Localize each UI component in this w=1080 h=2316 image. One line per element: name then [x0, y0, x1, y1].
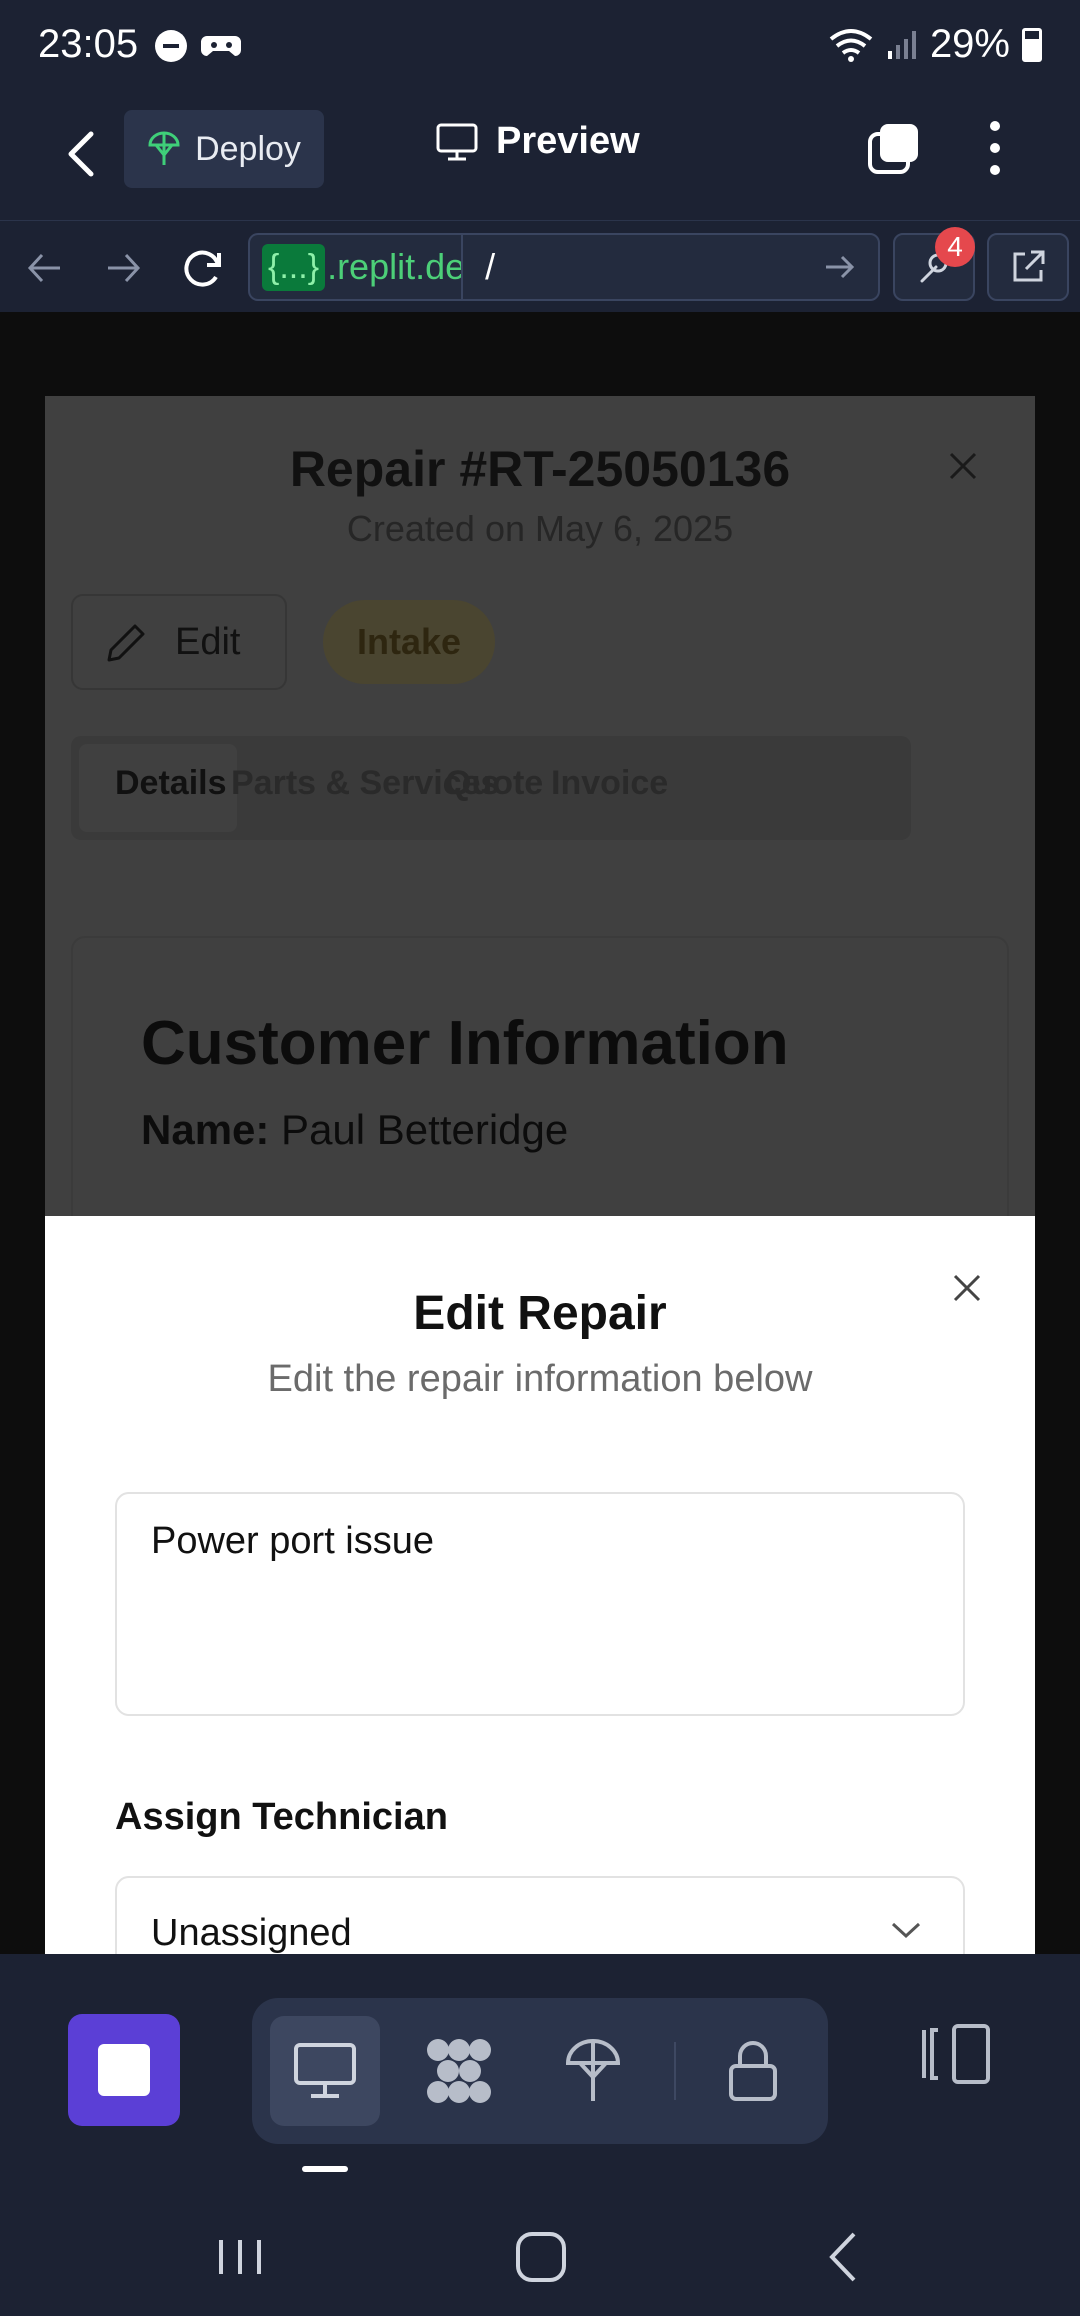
monitor-icon — [294, 2043, 356, 2098]
tab-details[interactable]: Details — [115, 764, 227, 803]
stop-button[interactable] — [68, 2014, 180, 2126]
back-icon[interactable] — [55, 126, 111, 182]
workspace-toolbar — [0, 1954, 1080, 2194]
url-domain: .replit.de — [325, 234, 464, 300]
secrets-tool[interactable] — [698, 2016, 808, 2126]
customer-name-label: Name: — [141, 1106, 270, 1153]
status-badge: Intake — [323, 600, 495, 684]
browser-forward-icon[interactable] — [98, 243, 148, 293]
description-textarea[interactable]: Power port issue — [115, 1492, 965, 1716]
tabs-icon[interactable] — [866, 120, 922, 176]
recent-apps-icon[interactable] — [205, 2222, 275, 2292]
customer-info-heading: Customer Information — [141, 1009, 789, 1078]
url-bar: {...} .replit.de / 4 — [0, 220, 1080, 312]
wifi-icon — [829, 28, 873, 62]
battery-percent: 29% — [929, 22, 1010, 66]
system-nav-bar — [0, 2194, 1080, 2316]
chevron-down-icon — [891, 1922, 921, 1939]
deploy-tool[interactable] — [538, 2016, 648, 2126]
edit-repair-title: Edit Repair — [413, 1287, 667, 1340]
open-external-button[interactable] — [987, 233, 1069, 301]
more-vertical-icon[interactable] — [980, 116, 1010, 180]
external-link-icon — [1013, 250, 1045, 282]
battery-icon — [1022, 27, 1042, 62]
deploy-icon — [565, 2039, 621, 2101]
repair-tabs: Details Parts & Services Quote Invoice — [71, 736, 911, 840]
deploy-icon — [148, 131, 180, 165]
home-icon[interactable] — [506, 2222, 576, 2292]
panel-layout-icon[interactable] — [918, 2016, 994, 2092]
web-preview: Repair #RT-25050136 Created on May 6, 20… — [0, 312, 1080, 1954]
game-controller-icon — [201, 36, 241, 56]
edit-button[interactable]: Edit — [71, 594, 287, 690]
url-domain-tag: {...} — [262, 243, 326, 291]
integrations-tool[interactable] — [404, 2016, 514, 2126]
customer-name-value: Paul Betteridge — [269, 1106, 569, 1153]
edit-label: Edit — [175, 620, 241, 663]
lock-icon — [729, 2041, 777, 2101]
preview-title: Preview — [436, 120, 640, 163]
tool-divider — [674, 2042, 676, 2100]
close-icon[interactable] — [945, 448, 981, 484]
tool-group — [252, 1998, 828, 2144]
edit-repair-sheet: Edit Repair Edit the repair information … — [45, 1216, 1035, 1954]
assign-technician-label: Assign Technician — [115, 1796, 448, 1838]
hexagon-cluster-icon — [427, 2039, 491, 2103]
signal-icon — [887, 30, 916, 59]
url-input[interactable]: {...} .replit.de / — [248, 233, 880, 301]
app-toolbar: Deploy Preview — [0, 96, 1080, 220]
monitor-icon — [436, 123, 478, 160]
devtools-button[interactable]: 4 — [893, 227, 975, 301]
preview-label: Preview — [496, 120, 640, 162]
browser-back-icon[interactable] — [20, 243, 70, 293]
devtools-badge: 4 — [935, 227, 975, 267]
status-time: 23:05 — [38, 22, 139, 66]
customer-info-card: Customer Information Name: Paul Betterid… — [71, 936, 1009, 1236]
repair-title: Repair #RT-25050136 — [289, 441, 791, 497]
deploy-label: Deploy — [195, 129, 301, 168]
pencil-icon — [107, 624, 145, 662]
edit-repair-subtitle: Edit the repair information below — [267, 1358, 813, 1400]
go-arrow-icon[interactable] — [820, 247, 860, 287]
back-icon[interactable] — [810, 2222, 880, 2292]
active-tab-indicator — [302, 2166, 348, 2172]
close-icon[interactable] — [949, 1270, 985, 1306]
status-bar: 23:05 29% — [0, 0, 1080, 96]
url-path: / — [485, 246, 496, 287]
tab-quote[interactable]: Quote — [445, 764, 543, 803]
tab-invoice[interactable]: Invoice — [551, 764, 668, 803]
technician-select[interactable]: Unassigned — [115, 1876, 965, 1954]
customer-name: Name: Paul Betteridge — [141, 1106, 568, 1154]
repair-created-date: Created on May 6, 2025 — [346, 508, 734, 549]
technician-value: Unassigned — [151, 1912, 352, 1954]
deploy-button[interactable]: Deploy — [124, 110, 324, 188]
preview-tool[interactable] — [270, 2016, 380, 2126]
do-not-disturb-icon — [155, 30, 187, 62]
reload-icon[interactable] — [178, 243, 228, 293]
